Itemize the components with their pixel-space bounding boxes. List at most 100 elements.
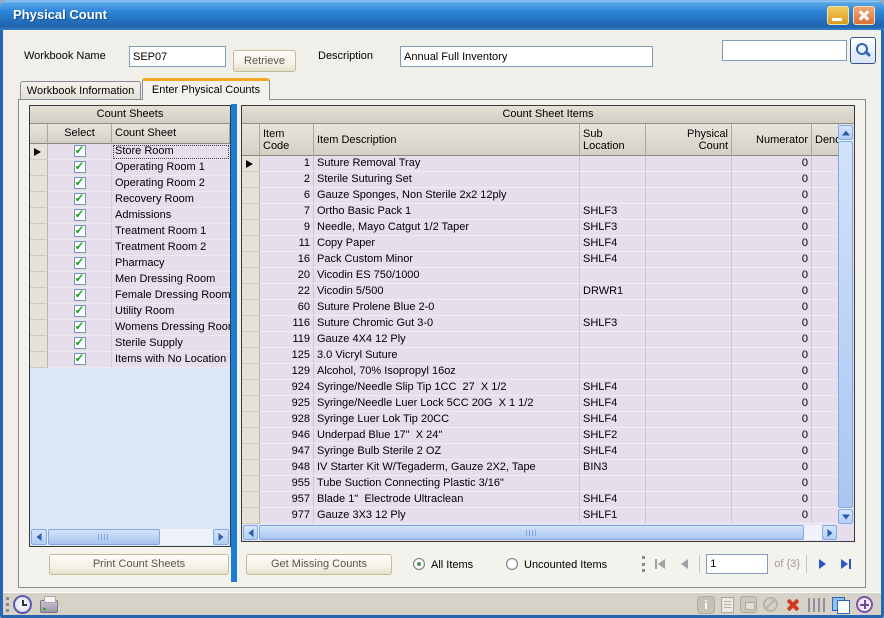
item-physical-count-cell[interactable] (646, 364, 732, 380)
item-code-cell[interactable]: 116 (260, 316, 314, 332)
item-numerator-cell[interactable]: 0 (732, 428, 812, 444)
item-sublocation-cell[interactable]: SHLF4 (580, 380, 646, 396)
item-code-cell[interactable]: 11 (260, 236, 314, 252)
item-numerator-cell[interactable]: 0 (732, 252, 812, 268)
item-description-cell[interactable]: IV Starter Kit W/Tegaderm, Gauze 2X2, Ta… (314, 460, 580, 476)
count-sheet-checkbox[interactable] (74, 353, 86, 365)
item-physical-count-cell[interactable] (646, 316, 732, 332)
item-sublocation-cell[interactable]: SHLF1 (580, 508, 646, 524)
item-denominator-cell[interactable] (812, 476, 839, 492)
item-numerator-cell[interactable]: 0 (732, 460, 812, 476)
item-code-cell[interactable]: 9 (260, 220, 314, 236)
item-description-cell[interactable]: Syringe Bulb Sterile 2 OZ (314, 444, 580, 460)
uncounted-items-radio[interactable] (506, 558, 518, 570)
items-hscrollbar[interactable] (243, 525, 837, 540)
item-code-cell[interactable]: 955 (260, 476, 314, 492)
count-sheets-hscrollbar[interactable] (31, 529, 229, 545)
item-physical-count-cell[interactable] (646, 332, 732, 348)
scroll-left-button[interactable] (243, 525, 258, 540)
item-code-cell[interactable]: 957 (260, 492, 314, 508)
all-items-label[interactable]: All Items (431, 559, 473, 571)
item-numerator-cell[interactable]: 0 (732, 268, 812, 284)
item-description-cell[interactable]: Suture Removal Tray (314, 156, 580, 172)
count-sheet-checkbox[interactable] (74, 241, 86, 253)
item-code-cell[interactable]: 60 (260, 300, 314, 316)
count-sheet-checkbox[interactable] (74, 273, 86, 285)
item-physical-count-cell[interactable] (646, 412, 732, 428)
item-physical-count-cell[interactable] (646, 348, 732, 364)
item-numerator-cell[interactable]: 0 (732, 284, 812, 300)
item-description-cell[interactable]: Suture Prolene Blue 2-0 (314, 300, 580, 316)
item-description-cell[interactable]: Gauze 4X4 12 Ply (314, 332, 580, 348)
item-code-cell[interactable]: 1 (260, 156, 314, 172)
item-physical-count-cell[interactable] (646, 428, 732, 444)
count-sheet-description-cell[interactable]: Pharmacy (112, 256, 230, 272)
item-description-cell[interactable]: Syringe/Needle Luer Lock 5CC 20G X 1 1/2 (314, 396, 580, 412)
count-sheet-checkbox[interactable] (74, 161, 86, 173)
count-sheet-description-cell[interactable]: Store Room (112, 144, 230, 160)
workbook-name-input[interactable] (129, 46, 226, 67)
count-sheet-checkbox[interactable] (74, 257, 86, 269)
item-sublocation-cell[interactable]: SHLF4 (580, 396, 646, 412)
item-numerator-cell[interactable]: 0 (732, 188, 812, 204)
item-physical-count-cell[interactable] (646, 300, 732, 316)
item-denominator-cell[interactable] (812, 380, 839, 396)
count-sheet-checkbox[interactable] (74, 225, 86, 237)
item-description-column-header[interactable]: Item Description (314, 124, 580, 156)
item-physical-count-cell[interactable] (646, 252, 732, 268)
item-physical-count-cell[interactable] (646, 508, 732, 524)
item-numerator-cell[interactable]: 0 (732, 300, 812, 316)
item-physical-count-cell[interactable] (646, 156, 732, 172)
item-denominator-cell[interactable] (812, 364, 839, 380)
item-code-column-header[interactable]: Item Code (260, 124, 314, 156)
item-description-cell[interactable]: Alcohol, 70% Isopropyl 16oz (314, 364, 580, 380)
count-sheet-description-cell[interactable]: Female Dressing Room (112, 288, 230, 304)
physical-count-column-header[interactable]: PhysicalCount (646, 124, 732, 156)
select-column-header[interactable]: Select (48, 124, 112, 144)
item-description-cell[interactable]: Copy Paper (314, 236, 580, 252)
scroll-right-button[interactable] (213, 529, 229, 545)
page-number-input[interactable] (706, 554, 768, 574)
item-code-cell[interactable]: 924 (260, 380, 314, 396)
print-count-sheets-button[interactable]: Print Count Sheets (49, 554, 229, 575)
item-code-cell[interactable]: 125 (260, 348, 314, 364)
denominator-column-header[interactable]: Denomina (812, 124, 839, 156)
item-numerator-cell[interactable]: 0 (732, 364, 812, 380)
count-sheet-description-cell[interactable]: Womens Dressing Room (112, 320, 230, 336)
item-numerator-cell[interactable]: 0 (732, 444, 812, 460)
item-numerator-cell[interactable]: 0 (732, 316, 812, 332)
get-missing-counts-button[interactable]: Get Missing Counts (246, 554, 392, 575)
retrieve-button[interactable]: Retrieve (233, 50, 296, 72)
add-icon[interactable] (856, 596, 873, 613)
count-sheet-description-cell[interactable]: Men Dressing Room (112, 272, 230, 288)
item-sublocation-cell[interactable]: SHLF4 (580, 236, 646, 252)
item-sublocation-cell[interactable] (580, 300, 646, 316)
numerator-column-header[interactable]: Numerator (732, 124, 812, 156)
item-description-cell[interactable]: Ortho Basic Pack 1 (314, 204, 580, 220)
close-button[interactable] (853, 6, 875, 25)
item-numerator-cell[interactable]: 0 (732, 156, 812, 172)
item-description-cell[interactable]: Pack Custom Minor (314, 252, 580, 268)
item-denominator-cell[interactable] (812, 204, 839, 220)
item-physical-count-cell[interactable] (646, 220, 732, 236)
item-physical-count-cell[interactable] (646, 460, 732, 476)
panel-splitter[interactable] (231, 104, 237, 582)
count-sheet-checkbox[interactable] (74, 289, 86, 301)
save-icon[interactable] (740, 596, 757, 613)
item-numerator-cell[interactable]: 0 (732, 204, 812, 220)
count-sheet-checkbox[interactable] (74, 177, 86, 189)
item-description-cell[interactable]: 3.0 Vicryl Suture (314, 348, 580, 364)
count-sheet-checkbox[interactable] (74, 193, 86, 205)
print-icon[interactable] (40, 600, 58, 613)
item-description-cell[interactable]: Tube Suction Connecting Plastic 3/16" (314, 476, 580, 492)
item-physical-count-cell[interactable] (646, 268, 732, 284)
item-physical-count-cell[interactable] (646, 380, 732, 396)
item-numerator-cell[interactable]: 0 (732, 476, 812, 492)
item-code-cell[interactable]: 948 (260, 460, 314, 476)
item-physical-count-cell[interactable] (646, 284, 732, 300)
item-numerator-cell[interactable]: 0 (732, 380, 812, 396)
count-sheet-checkbox[interactable] (74, 337, 86, 349)
item-denominator-cell[interactable] (812, 460, 839, 476)
item-physical-count-cell[interactable] (646, 492, 732, 508)
item-sublocation-cell[interactable] (580, 332, 646, 348)
